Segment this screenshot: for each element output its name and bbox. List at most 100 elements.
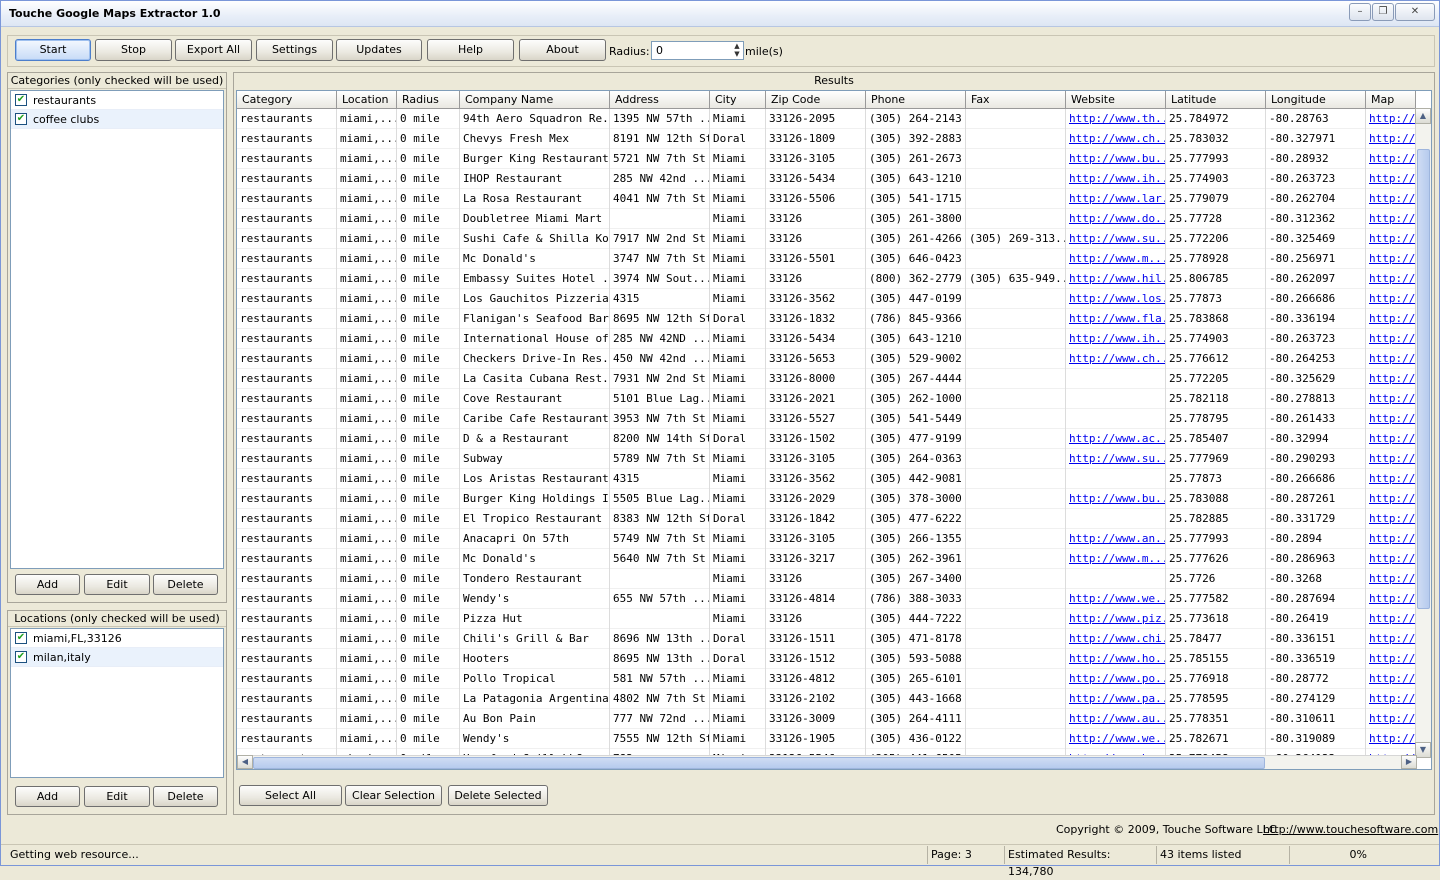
table-cell-link[interactable]: http://www.chi... [1066, 629, 1166, 649]
table-cell-link[interactable]: http://www.we... [1066, 589, 1166, 609]
table-row[interactable]: restaurants miami,... 0 mile La Casita Cuba… [237, 369, 1417, 389]
location-edit-button[interactable]: Edit [84, 786, 150, 807]
table-row[interactable]: restaurants miami,... 0 mile Mc Donald's 374… [237, 249, 1417, 269]
help-button[interactable]: Help [427, 39, 514, 61]
vertical-scrollbar[interactable]: ▲ ▼ [1415, 108, 1431, 758]
table-cell-link[interactable]: http://www.an... [1066, 529, 1166, 549]
table-row[interactable]: restaurants miami,... 0 mile D & a Restaura… [237, 429, 1417, 449]
table-cell-link[interactable]: http://m [1366, 609, 1416, 629]
table-cell-link[interactable]: http://www.su... [1066, 449, 1166, 469]
table-row[interactable]: restaurants miami,... 0 mile Doubletree Mia… [237, 209, 1417, 229]
table-cell-link[interactable]: http://m [1366, 209, 1416, 229]
column-header[interactable]: Category [237, 91, 337, 109]
table-row[interactable]: restaurants miami,... 0 mile Wendy's 7555 NW… [237, 729, 1417, 749]
column-header[interactable]: Location [337, 91, 397, 109]
table-cell-link[interactable]: http://www.ih... [1066, 329, 1166, 349]
table-row[interactable]: restaurants miami,... 0 mile Los Aristas Re… [237, 469, 1417, 489]
vertical-scroll-thumb[interactable] [1417, 149, 1430, 609]
column-header[interactable]: City [710, 91, 766, 109]
checkbox-checked-icon[interactable]: ✔ [15, 94, 27, 106]
category-item[interactable]: ✔ restaurants [11, 91, 223, 110]
delete-selected-button[interactable]: Delete Selected [448, 785, 548, 806]
table-row[interactable]: restaurants miami,... 0 mile Pollo Tropical… [237, 669, 1417, 689]
table-row[interactable]: restaurants miami,... 0 mile Subway 5789 NW … [237, 449, 1417, 469]
table-row[interactable]: restaurants miami,... 0 mile International … [237, 329, 1417, 349]
table-row[interactable]: restaurants miami,... 0 mile 94th Aero Squa… [237, 109, 1417, 129]
about-button[interactable]: About [519, 39, 606, 61]
table-cell-link[interactable]: http://www.piz... [1066, 609, 1166, 629]
table-cell-link[interactable] [1066, 569, 1166, 589]
table-row[interactable]: restaurants miami,... 0 mile Embassy Suites… [237, 269, 1417, 289]
table-cell-link[interactable]: http://www.pa... [1066, 689, 1166, 709]
table-cell-link[interactable]: http://www.au... [1066, 709, 1166, 729]
settings-button[interactable]: Settings [256, 39, 333, 61]
maximize-icon[interactable]: ❐ [1372, 3, 1394, 21]
table-cell-link[interactable]: http://www.los... [1066, 289, 1166, 309]
column-header[interactable]: Fax [966, 91, 1066, 109]
table-cell-link[interactable]: http://m [1366, 389, 1416, 409]
start-button[interactable]: Start [15, 39, 91, 61]
location-add-button[interactable]: Add [15, 786, 80, 807]
table-cell-link[interactable]: http://m [1366, 189, 1416, 209]
table-cell-link[interactable]: http://m [1366, 649, 1416, 669]
spinner-arrows-icon[interactable]: ▲ ▼ [731, 42, 743, 59]
table-cell-link[interactable]: http://m [1366, 409, 1416, 429]
table-row[interactable]: restaurants miami,... 0 mile Checkers Drive… [237, 349, 1417, 369]
table-cell-link[interactable]: http://m [1366, 669, 1416, 689]
checkbox-checked-icon[interactable]: ✔ [15, 651, 27, 663]
column-header[interactable]: Address [610, 91, 710, 109]
table-row[interactable]: restaurants miami,... 0 mile Sushi Cafe & S… [237, 229, 1417, 249]
table-cell-link[interactable]: http://m [1366, 489, 1416, 509]
table-cell-link[interactable]: http://www.th... [1066, 109, 1166, 129]
minimize-icon[interactable]: – [1349, 3, 1371, 21]
table-cell-link[interactable]: http://m [1366, 629, 1416, 649]
radius-input[interactable]: 0 ▲ ▼ [651, 41, 744, 60]
table-row[interactable]: restaurants miami,... 0 mile Chili's Grill … [237, 629, 1417, 649]
table-cell-link[interactable]: http://m [1366, 289, 1416, 309]
scroll-up-icon[interactable]: ▲ [1415, 108, 1431, 124]
table-cell-link[interactable]: http://m [1366, 449, 1416, 469]
table-row[interactable]: restaurants miami,... 0 mile IHOP Restauran… [237, 169, 1417, 189]
table-cell-link[interactable]: http://www.m... [1066, 249, 1166, 269]
table-row[interactable]: restaurants miami,... 0 mile Pizza Hut Miami… [237, 609, 1417, 629]
table-cell-link[interactable] [1066, 509, 1166, 529]
table-cell-link[interactable]: http://www.ac... [1066, 429, 1166, 449]
table-row[interactable]: restaurants miami,... 0 mile La Rosa Restau… [237, 189, 1417, 209]
table-cell-link[interactable]: http://m [1366, 229, 1416, 249]
location-item[interactable]: ✔ miami,FL,33126 [11, 629, 223, 648]
table-row[interactable]: restaurants miami,... 0 mile Wendy's 655 NW … [237, 589, 1417, 609]
table-cell-link[interactable]: http://www.ho... [1066, 649, 1166, 669]
table-cell-link[interactable]: http://m [1366, 729, 1416, 749]
table-cell-link[interactable]: http://m [1366, 169, 1416, 189]
table-row[interactable]: restaurants miami,... 0 mile Mc Donald's 564… [237, 549, 1417, 569]
table-cell-link[interactable]: http://m [1366, 129, 1416, 149]
close-icon[interactable]: ✕ [1395, 3, 1435, 21]
column-header[interactable]: Company Name [460, 91, 610, 109]
table-cell-link[interactable]: http://m [1366, 469, 1416, 489]
table-cell-link[interactable]: http://m [1366, 569, 1416, 589]
website-link[interactable]: http://www.touchesoftware.com [1263, 823, 1438, 836]
column-header[interactable]: Longitude [1266, 91, 1366, 109]
location-delete-button[interactable]: Delete [153, 786, 218, 807]
table-row[interactable]: restaurants miami,... 0 mile Anacapri On 57… [237, 529, 1417, 549]
table-cell-link[interactable]: http://m [1366, 709, 1416, 729]
results-table[interactable]: Category Location Radius Company Name Addres… [236, 90, 1432, 770]
table-cell-link[interactable] [1066, 409, 1166, 429]
column-header[interactable]: Radius [397, 91, 460, 109]
table-cell-link[interactable] [1066, 389, 1166, 409]
scroll-right-icon[interactable]: ▶ [1401, 755, 1417, 769]
table-cell-link[interactable]: http://m [1366, 509, 1416, 529]
category-add-button[interactable]: Add [15, 574, 80, 595]
table-cell-link[interactable]: http://www.we... [1066, 729, 1166, 749]
table-cell-link[interactable]: http://www.lar... [1066, 189, 1166, 209]
stop-button[interactable]: Stop [95, 39, 172, 61]
horizontal-scrollbar[interactable]: ◀ ▶ [237, 755, 1417, 769]
locations-list[interactable]: ✔ miami,FL,33126 ✔ milan,italy [10, 628, 224, 778]
table-cell-link[interactable]: http://www.bu... [1066, 149, 1166, 169]
column-header[interactable]: Phone [866, 91, 966, 109]
updates-button[interactable]: Updates [336, 39, 422, 61]
table-row[interactable]: restaurants miami,... 0 mile Burger King Re… [237, 149, 1417, 169]
table-row[interactable]: restaurants miami,... 0 mile El Tropico Res… [237, 509, 1417, 529]
table-row[interactable]: restaurants miami,... 0 mile Hooters 8695 NW… [237, 649, 1417, 669]
table-cell-link[interactable]: http://www.ih... [1066, 169, 1166, 189]
